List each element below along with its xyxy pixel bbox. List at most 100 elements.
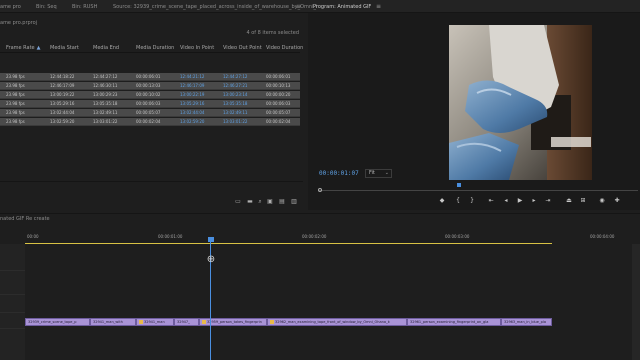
- cell-video-in-point[interactable]: 13:02:59:20: [180, 119, 204, 125]
- mark-out-icon[interactable]: }: [468, 197, 476, 205]
- table-row[interactable]: 23.98 fps 13:02:59:20 13:03:01:22 00:00:…: [0, 118, 300, 126]
- cell-video-out-point[interactable]: 13:00:23:14: [223, 92, 247, 98]
- tab-program[interactable]: Program: Animated GIF: [313, 3, 371, 11]
- column-header-media-duration[interactable]: Media Duration: [136, 45, 174, 51]
- tab-bin-rush[interactable]: Bin: RUSH: [72, 3, 97, 11]
- chevron-down-icon: ⌄: [384, 170, 389, 176]
- button-editor-icon[interactable]: ✚: [613, 197, 621, 205]
- cell-video-out-point[interactable]: 12:44:27:12: [223, 74, 247, 80]
- mark-in-icon[interactable]: {: [454, 197, 462, 205]
- bin-folder-icon[interactable]: ▬: [246, 198, 254, 205]
- timeline-clip[interactable]: 32939_crime_scene_tape_p: [25, 318, 90, 326]
- extract-icon[interactable]: ⊞: [579, 197, 587, 205]
- cell-video-in-point[interactable]: 13:02:44:04: [180, 110, 204, 116]
- track-divider: [0, 328, 25, 329]
- timeline-clip[interactable]: 32962_man_examining_tape_front_of_window…: [267, 318, 407, 326]
- table-row[interactable]: 23.98 fps 12:44:18:22 12:44:27:12 00:00:…: [0, 73, 300, 81]
- table-row[interactable]: 23.98 fps 13:02:44:04 13:02:49:11 00:00:…: [0, 109, 300, 117]
- cell-media-duration: 00:00:05:07: [136, 110, 161, 115]
- column-header-frame-rate[interactable]: Frame Rate ▲: [6, 45, 41, 51]
- fx-badge-icon: [270, 320, 274, 324]
- step-forward-icon[interactable]: ▸: [530, 197, 538, 205]
- column-header-video-in-point[interactable]: Video In Point: [180, 45, 214, 51]
- add-marker-icon[interactable]: ◆: [438, 197, 446, 205]
- cell-media-end: 13:03:01:22: [93, 119, 118, 124]
- project-toolbar: ▭ ▬ ⌕ ▣ ▤ ▥: [0, 181, 303, 210]
- tab-source[interactable]: Source: 32939_crime_scene_tape_placed_ac…: [113, 3, 317, 11]
- tab-project[interactable]: ame pro: [0, 3, 21, 11]
- program-scrub-bar[interactable]: [319, 190, 638, 191]
- cell-media-end: 12:46:30:11: [93, 83, 118, 88]
- new-item-icon[interactable]: ▤: [278, 198, 286, 205]
- track-headers: [0, 244, 25, 360]
- cell-media-duration: 00:00:10:02: [136, 92, 161, 97]
- cell-media-end: 13:00:29:23: [93, 92, 118, 97]
- fx-badge-icon: [202, 320, 206, 324]
- scrub-start-handle[interactable]: [318, 188, 322, 192]
- cell-frame-rate: 23.98 fps: [6, 92, 25, 97]
- cell-video-in-point[interactable]: 13:05:29:16: [180, 101, 204, 107]
- ruler-label: 00:00:04:00: [590, 234, 615, 239]
- cell-video-in-point[interactable]: 13:00:22:19: [180, 92, 204, 98]
- program-monitor: 00:00:01:07 Fit ⌄ ◆ { } ⇤ ◂ ▶ ▸ ⇥ ⏏ ⊞ ◉ …: [308, 13, 640, 210]
- cell-frame-rate: 23.98 fps: [6, 101, 25, 106]
- zoom-fit-dropdown[interactable]: Fit ⌄: [365, 169, 392, 178]
- export-frame-icon[interactable]: ◉: [598, 197, 606, 205]
- timeline-clip[interactable]: 32963_man_in_blue_pla: [501, 318, 552, 326]
- timeline-playhead-handle[interactable]: [208, 237, 214, 242]
- panel-menu-icon[interactable]: ≡: [296, 3, 301, 11]
- cell-media-duration: 00:00:06:01: [136, 74, 161, 79]
- cell-frame-rate: 23.98 fps: [6, 74, 25, 79]
- column-header-media-start[interactable]: Media Start: [50, 45, 79, 51]
- cell-video-in-point[interactable]: 12:44:21:12: [180, 74, 204, 80]
- table-header: Frame Rate ▲ Media Start Media End Media …: [0, 43, 303, 53]
- cell-media-start: 13:00:19:22: [50, 92, 75, 97]
- timeline-clip[interactable]: 32947_: [174, 318, 199, 326]
- cell-media-start: 12:46:17:09: [50, 83, 75, 88]
- selection-count: 4 of 8 items selected: [246, 30, 299, 36]
- cell-frame-rate: 23.98 fps: [6, 119, 25, 124]
- column-header-video-duration[interactable]: Video Duration: [266, 45, 303, 51]
- tab-bin-seq[interactable]: Bin: Seq: [36, 3, 57, 11]
- time-ruler[interactable]: 00:00 00:00:01:00 00:00:02:00 00:00:03:0…: [25, 228, 640, 250]
- project-file-name: ame pro.prproj: [0, 20, 38, 26]
- cell-media-end: 12:44:27:12: [93, 74, 118, 79]
- freeform-view-icon[interactable]: ▭: [234, 198, 242, 205]
- lift-icon[interactable]: ⏏: [565, 197, 573, 205]
- table-row[interactable]: 23.98 fps 12:46:17:09 12:46:30:11 00:00:…: [0, 82, 300, 90]
- go-to-in-icon[interactable]: ⇤: [487, 197, 495, 205]
- cell-video-in-point[interactable]: 12:46:17:09: [180, 83, 204, 89]
- program-playhead[interactable]: [457, 183, 462, 187]
- cell-video-duration: 00:00:06:01: [266, 74, 291, 79]
- table-row[interactable]: 23.98 fps 13:05:29:16 13:05:35:18 00:00:…: [0, 100, 300, 108]
- track-divider: [0, 312, 25, 313]
- cell-media-duration: 00:00:02:04: [136, 119, 161, 124]
- cell-video-out-point[interactable]: 13:03:01:22: [223, 119, 247, 125]
- cell-video-out-point[interactable]: 12:46:27:21: [223, 83, 247, 89]
- program-menu-icon[interactable]: ≡: [376, 3, 381, 11]
- step-back-icon[interactable]: ◂: [502, 197, 510, 205]
- trash-icon[interactable]: ▥: [290, 198, 298, 205]
- search-icon[interactable]: ⌕: [256, 198, 264, 205]
- project-panel: ame pro.prproj 4 of 8 items selected Fra…: [0, 13, 303, 210]
- cell-media-start: 13:02:44:04: [50, 110, 75, 115]
- column-header-video-out-point[interactable]: Video Out Point: [223, 45, 262, 51]
- timeline-clip[interactable]: 32941_man_with: [90, 318, 136, 326]
- timeline-clip[interactable]: 32961_person_examining_fingerprint_on_gl…: [407, 318, 501, 326]
- play-icon[interactable]: ▶: [516, 197, 524, 205]
- zoom-fit-value: Fit: [369, 170, 375, 176]
- cell-video-out-point[interactable]: 13:05:35:18: [223, 101, 247, 107]
- video-track-v1: 32939_crime_scene_tape_p 32941_man_with …: [25, 318, 640, 326]
- move-cursor-icon: ⊕: [206, 254, 216, 265]
- ruler-label: 00:00: [27, 234, 39, 239]
- work-area-bar[interactable]: [25, 243, 552, 244]
- cell-video-out-point[interactable]: 13:02:49:11: [223, 110, 247, 116]
- cell-media-start: 12:44:18:22: [50, 74, 75, 79]
- timeline-clip[interactable]: 32941_man: [136, 318, 174, 326]
- table-row[interactable]: 23.98 fps 13:00:19:22 13:00:29:23 00:00:…: [0, 91, 300, 99]
- timeline-vertical-scrollbar[interactable]: [632, 244, 640, 360]
- new-bin-icon[interactable]: ▣: [266, 198, 274, 205]
- go-to-out-icon[interactable]: ⇥: [544, 197, 552, 205]
- column-header-media-end[interactable]: Media End: [93, 45, 119, 51]
- playhead-timecode[interactable]: 00:00:01:07: [319, 170, 359, 177]
